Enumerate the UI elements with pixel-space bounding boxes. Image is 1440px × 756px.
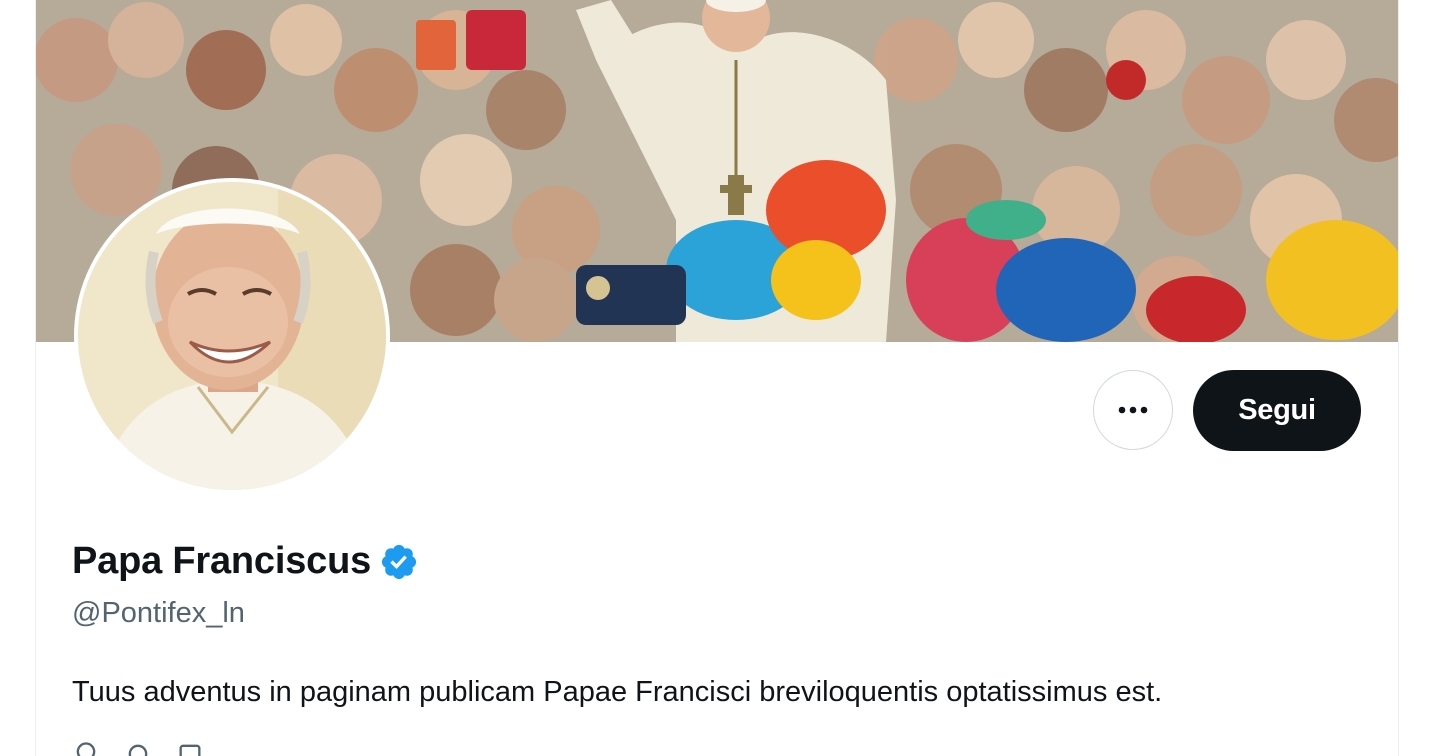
meta-link[interactable]: [124, 740, 152, 756]
meta-joined: [176, 740, 204, 756]
profile-bio: Tuus adventus in paginam publicam Papae …: [72, 676, 1163, 708]
link-icon: [128, 744, 148, 756]
more-options-button[interactable]: [1093, 370, 1173, 450]
more-options-icon: [1118, 406, 1148, 414]
follow-button[interactable]: Segui: [1193, 370, 1361, 451]
profile-display-name: Papa Franciscus: [72, 540, 372, 582]
profile-meta-row: [72, 740, 204, 756]
verified-badge-icon[interactable]: [379, 542, 419, 582]
calendar-icon: [179, 744, 201, 756]
follow-button-label: Segui: [1238, 394, 1316, 426]
profile-avatar[interactable]: [74, 178, 390, 494]
location-icon: [76, 742, 96, 756]
meta-location: [72, 740, 100, 756]
profile-handle: @Pontifex_ln: [72, 597, 245, 629]
profile-page: Segui Papa Franciscus @Pontifex_ln Tuus …: [35, 0, 1399, 756]
avatar-photo: [78, 182, 386, 490]
profile-name-row: Papa Franciscus: [72, 540, 419, 583]
